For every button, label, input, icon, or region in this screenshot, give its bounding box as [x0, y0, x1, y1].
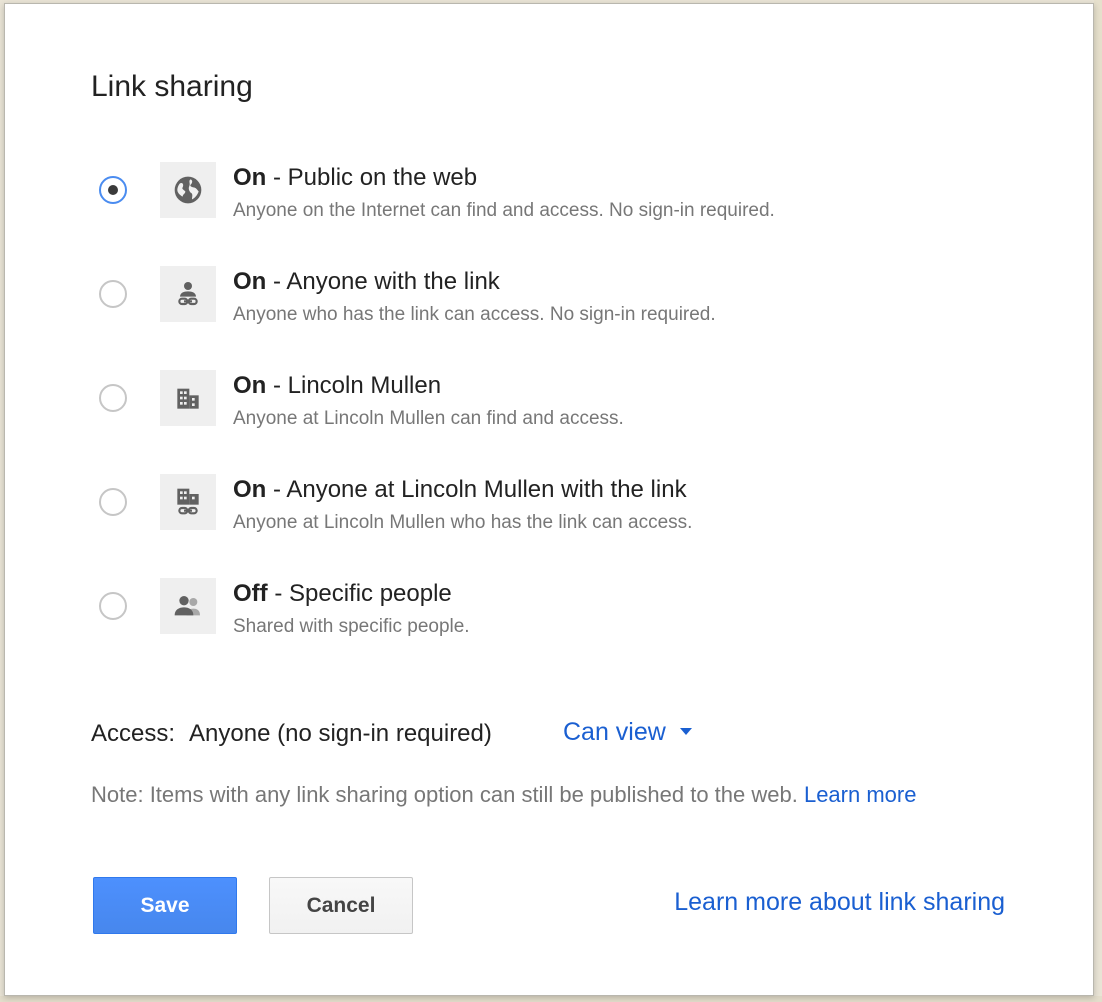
option-lincoln-mullen[interactable]: On - Lincoln Mullen Anyone at Lincoln Mu… [5, 370, 1005, 434]
access-label: Access: [91, 720, 176, 747]
option-description: Anyone on the Internet can find and acce… [233, 200, 775, 221]
radio-lincoln-mullen[interactable] [99, 384, 127, 412]
learn-more-about-link-sharing-link[interactable]: Learn more about link sharing [674, 888, 1005, 917]
option-description: Shared with specific people. [233, 616, 470, 637]
option-status: Off [233, 580, 268, 607]
option-label: - Public on the web [266, 164, 478, 191]
option-status: On [233, 476, 267, 503]
option-description: Anyone at Lincoln Mullen who has the lin… [233, 512, 693, 533]
option-status: On [233, 164, 267, 191]
building-icon [160, 370, 216, 426]
save-button[interactable]: Save [93, 877, 237, 934]
person-link-icon [160, 266, 216, 322]
option-label: - Lincoln Mullen [266, 372, 442, 399]
option-anyone-with-link[interactable]: On - Anyone with the link Anyone who has… [5, 266, 1005, 330]
option-label: - Anyone with the link [266, 268, 500, 295]
radio-public-on-web[interactable] [99, 176, 127, 204]
option-lincoln-mullen-with-link[interactable]: On - Anyone at Lincoln Mullen with the l… [5, 474, 1005, 538]
permission-dropdown[interactable]: Can view [563, 718, 692, 747]
option-status: On [233, 268, 267, 295]
note-body: Note: Items with any link sharing option… [91, 782, 804, 807]
dialog-title: Link sharing [91, 70, 253, 103]
option-status: On [233, 372, 267, 399]
option-description: Anyone who has the link can access. No s… [233, 304, 716, 325]
option-title: On - Lincoln Mullen [233, 372, 441, 400]
background-bottom [0, 996, 1102, 1002]
option-label: - Specific people [267, 580, 452, 607]
radio-specific-people[interactable] [99, 592, 127, 620]
option-public-on-web[interactable]: On - Public on the web Anyone on the Int… [5, 162, 1005, 226]
people-icon [160, 578, 216, 634]
option-label: - Anyone at Lincoln Mullen with the link [266, 476, 687, 503]
building-link-icon [160, 474, 216, 530]
option-title: On - Anyone with the link [233, 268, 500, 296]
cancel-button[interactable]: Cancel [269, 877, 413, 934]
access-row: Access: Anyone (no sign-in required) [91, 720, 492, 748]
access-value: Anyone (no sign-in required) [189, 720, 492, 747]
link-sharing-dialog: Link sharing On - Public on the web Anyo… [4, 3, 1094, 996]
note-text: Note: Items with any link sharing option… [91, 782, 916, 808]
radio-lincoln-mullen-with-link[interactable] [99, 488, 127, 516]
radio-anyone-with-link[interactable] [99, 280, 127, 308]
option-title: On - Anyone at Lincoln Mullen with the l… [233, 476, 687, 504]
option-title: On - Public on the web [233, 164, 477, 192]
globe-icon [160, 162, 216, 218]
learn-more-link[interactable]: Learn more [804, 782, 917, 807]
option-description: Anyone at Lincoln Mullen can find and ac… [233, 408, 624, 429]
option-specific-people[interactable]: Off - Specific people Shared with specif… [5, 578, 1005, 642]
caret-down-icon [679, 727, 692, 735]
permission-dropdown-label: Can view [563, 718, 666, 746]
option-title: Off - Specific people [233, 580, 452, 608]
background-strip [1094, 0, 1102, 1002]
